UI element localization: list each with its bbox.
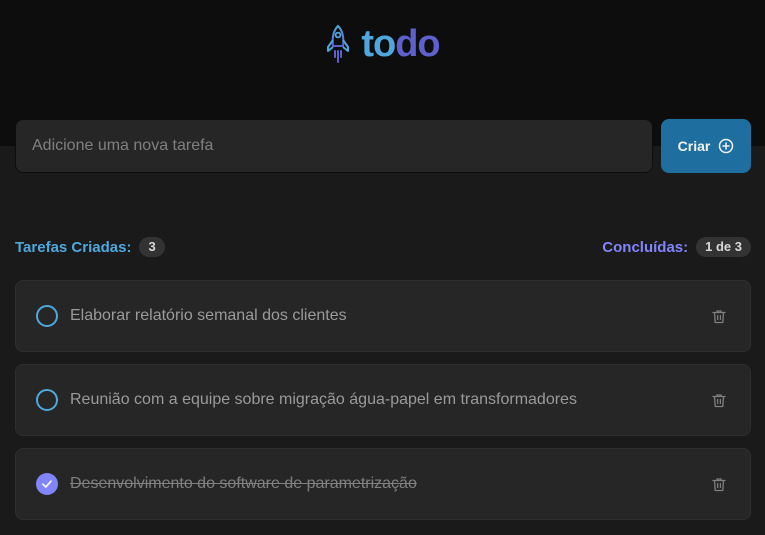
logo-text-to: to [361,23,396,65]
plus-circle-icon [719,138,734,154]
task-text: Elaborar relatório semanal dos clientes [70,307,347,324]
logo-text: to do [361,23,440,65]
task-list: Elaborar relatório semanal dos clientes … [15,280,751,520]
task-item: Desenvolvimento do software de parametri… [15,448,751,520]
created-count-badge: 3 [139,237,165,257]
created-label: Tarefas Criadas: [15,238,132,256]
checkmark-icon [42,480,52,488]
trash-icon [712,477,726,491]
done-label: Concluídas: [602,238,689,256]
done-count-badge: 1 de 3 [696,237,751,257]
task-text: Reunião com a equipe sobre migração água… [70,391,577,408]
new-task-form: Criar [15,119,751,173]
delete-task-button[interactable] [708,473,730,495]
task-counters: Tarefas Criadas: 3 Concluídas: 1 de 3 [15,236,751,258]
task-item: Reunião com a equipe sobre migração água… [15,364,751,436]
delete-task-button[interactable] [708,389,730,411]
created-counter: Tarefas Criadas: 3 [15,237,165,257]
create-task-button[interactable]: Criar [661,119,751,173]
trash-icon [712,309,726,323]
rocket-icon [327,24,350,63]
task-text: Desenvolvimento do software de parametri… [70,475,417,492]
app-logo: to do [0,24,765,64]
create-button-label: Criar [677,138,711,154]
task-checkbox-checked[interactable] [36,473,58,495]
logo-text-do: do [395,23,440,65]
trash-icon [712,393,726,407]
new-task-input[interactable] [15,119,653,173]
task-checkbox[interactable] [36,389,58,411]
delete-task-button[interactable] [708,305,730,327]
task-checkbox[interactable] [36,305,58,327]
task-item: Elaborar relatório semanal dos clientes [15,280,751,352]
done-counter: Concluídas: 1 de 3 [602,237,751,257]
